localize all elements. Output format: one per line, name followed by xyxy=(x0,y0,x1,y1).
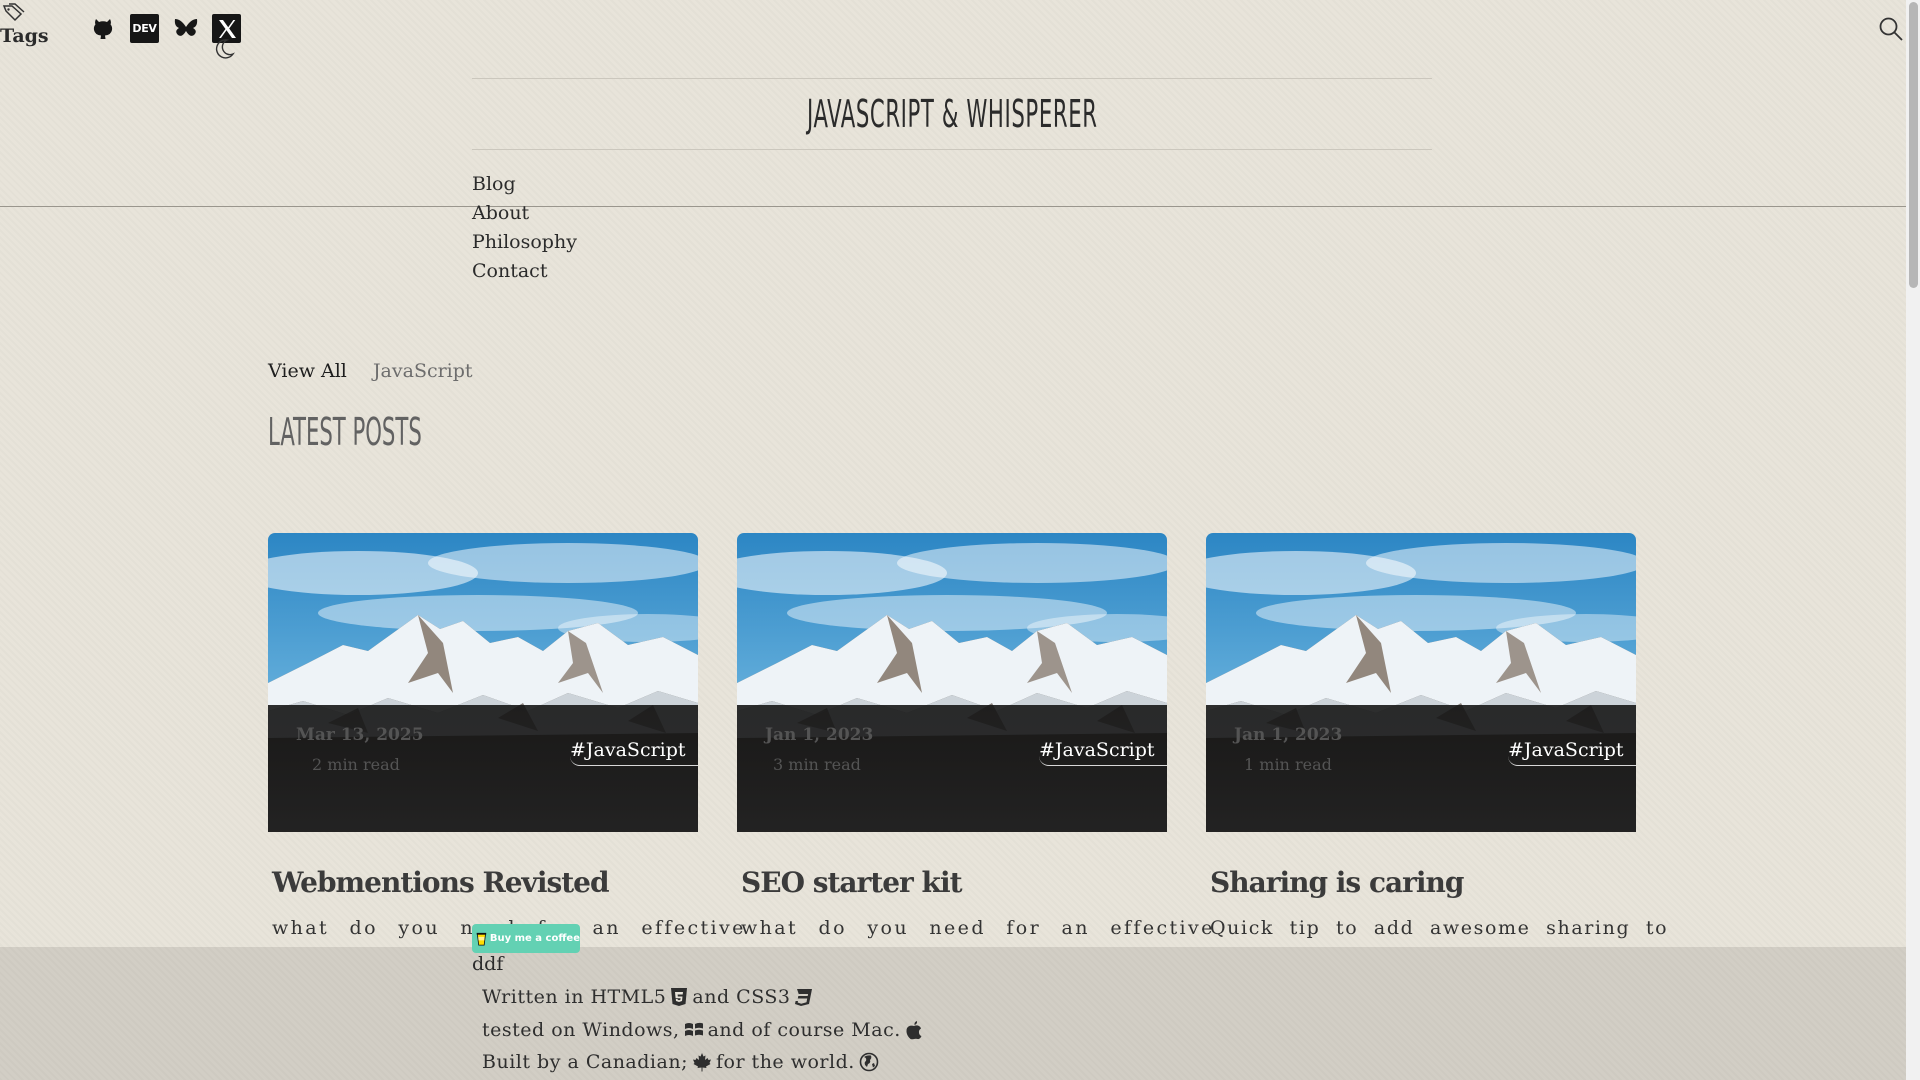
post-thumbnail[interactable]: Mar 13, 2025 2 min read #JavaScript xyxy=(268,533,698,832)
bluesky-link[interactable] xyxy=(171,14,200,43)
post-excerpt: Quick tip to add awesome sharing to xyxy=(1210,917,1669,939)
filter-javascript[interactable]: JavaScript xyxy=(373,360,473,382)
footer-line-origin: Built by a Canadian; for the world. xyxy=(482,1051,879,1073)
footer-css-text: and CSS3 xyxy=(692,986,791,1008)
dev-icon: DEV xyxy=(132,22,157,35)
butterfly-icon xyxy=(174,19,197,36)
main-nav: Blog About Philosophy Contact xyxy=(472,170,577,286)
footer-canadian-text: Built by a Canadian; xyxy=(482,1051,688,1073)
github-link[interactable] xyxy=(88,14,117,43)
post-read-time: 1 min read xyxy=(1244,755,1332,774)
masthead: JAVASCRIPT & WHISPERER xyxy=(472,78,1432,150)
search-icon xyxy=(1879,17,1903,41)
maple-leaf-icon xyxy=(692,1053,711,1072)
post-tag[interactable]: #JavaScript xyxy=(1508,739,1636,766)
post-thumbnail[interactable]: Jan 1, 2023 3 min read #JavaScript xyxy=(737,533,1167,832)
post-read-time: 3 min read xyxy=(773,755,861,774)
post-card: Jan 1, 2023 1 min read #JavaScript Shari… xyxy=(1206,533,1669,939)
github-icon xyxy=(93,18,112,39)
buy-me-a-coffee-button[interactable]: Buy me a coffee xyxy=(472,924,580,953)
post-excerpt: what do you need for an effective xyxy=(741,917,1215,939)
section-title: LATEST POSTS xyxy=(268,410,422,454)
footer-note: ddf xyxy=(472,953,504,975)
post-date: Jan 1, 2023 xyxy=(765,725,874,745)
post-date: Jan 1, 2023 xyxy=(1234,725,1343,745)
nav-contact[interactable]: Contact xyxy=(472,257,577,286)
post-date: Mar 13, 2025 xyxy=(296,725,424,745)
tag-filters: View All JavaScript xyxy=(268,360,473,382)
css3-icon xyxy=(795,989,813,1006)
site-title[interactable]: JAVASCRIPT & WHISPERER xyxy=(807,92,1098,136)
post-thumbnail[interactable]: Jan 1, 2023 1 min read #JavaScript xyxy=(1206,533,1636,832)
footer-html-text: Written in HTML5 xyxy=(482,986,667,1008)
coffee-label: Buy me a coffee xyxy=(489,933,580,944)
post-tag[interactable]: #JavaScript xyxy=(1039,739,1167,766)
nav-about[interactable]: About xyxy=(472,199,577,228)
post-title[interactable]: SEO starter kit xyxy=(741,866,1167,899)
site-footer: ddf Written in HTML5 and CSS3 tested on … xyxy=(0,947,1906,1080)
masthead-area: JAVASCRIPT & WHISPERER xyxy=(0,57,1906,207)
nav-philosophy[interactable]: Philosophy xyxy=(472,228,577,257)
scrollbar[interactable] xyxy=(1906,0,1920,1080)
footer-world-text: for the world. xyxy=(715,1051,855,1073)
apple-icon xyxy=(906,1021,922,1040)
coffee-cup-icon xyxy=(476,932,487,946)
post-tag[interactable]: #JavaScript xyxy=(570,739,698,766)
windows-icon xyxy=(684,1022,703,1036)
tags-button[interactable]: Tags xyxy=(0,3,50,47)
html5-icon xyxy=(671,988,688,1006)
post-card: Jan 1, 2023 3 min read #JavaScript SEO s… xyxy=(737,533,1215,939)
tags-label: Tags xyxy=(0,25,49,47)
post-title[interactable]: Sharing is caring xyxy=(1210,866,1636,899)
scrollbar-thumb[interactable] xyxy=(1909,2,1918,288)
dev-link[interactable]: DEV xyxy=(130,14,159,43)
globe-icon xyxy=(859,1052,879,1072)
post-title[interactable]: Webmentions Revisted xyxy=(272,866,698,899)
post-read-time: 2 min read xyxy=(312,755,400,774)
post-card: Mar 13, 2025 2 min read #JavaScript Webm… xyxy=(268,533,743,939)
top-bar: Tags DEV xyxy=(0,0,1906,59)
search-button[interactable] xyxy=(1878,16,1904,46)
tag-icon xyxy=(2,3,25,22)
filter-view-all[interactable]: View All xyxy=(268,360,347,382)
footer-line-tech: Written in HTML5 and CSS3 xyxy=(482,986,814,1008)
footer-line-platforms: tested on Windows, and of course Mac. xyxy=(482,1019,923,1041)
x-icon xyxy=(218,19,236,38)
footer-windows-text: tested on Windows, xyxy=(482,1019,680,1041)
footer-mac-text: and of course Mac. xyxy=(707,1019,901,1041)
nav-blog[interactable]: Blog xyxy=(472,170,577,199)
